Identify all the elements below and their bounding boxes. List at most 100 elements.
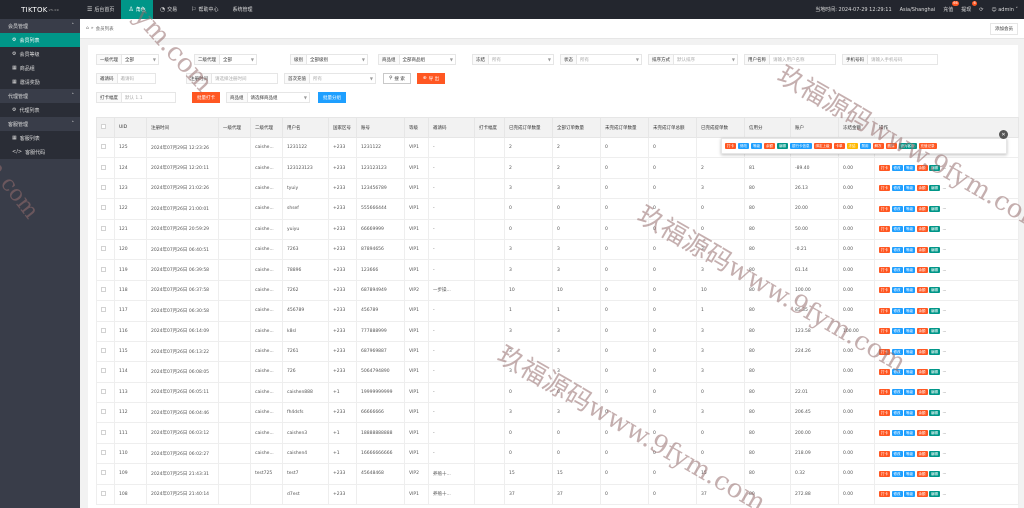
more-icon[interactable]: ··· bbox=[943, 288, 947, 293]
popover-action-button[interactable]: 编辑 bbox=[777, 143, 788, 149]
more-icon[interactable]: ··· bbox=[943, 451, 947, 456]
more-icon[interactable]: ··· bbox=[943, 206, 947, 211]
row-action-button[interactable]: 修改 bbox=[891, 185, 903, 192]
punch-range-input[interactable]: 打卡幅度 默认 1.1 bbox=[96, 92, 176, 103]
table-row[interactable]: 121 2024年07月26日 20:59:29 caishe... yuiyu +23… bbox=[96, 218, 1019, 240]
first-recharge-select[interactable]: 首次充值 所有 ▼ bbox=[284, 73, 376, 84]
export-button[interactable]: ⊕ 导 出 bbox=[417, 73, 445, 84]
row-action-button[interactable]: 修改 bbox=[891, 348, 903, 355]
popover-action-button[interactable]: 充值记录 bbox=[918, 143, 937, 149]
recharge-link[interactable]: 充值 66 bbox=[943, 1, 960, 13]
row-action-button[interactable]: 余额 bbox=[916, 430, 928, 437]
row-action-button[interactable]: 修改 bbox=[891, 491, 903, 498]
row-checkbox[interactable] bbox=[96, 361, 115, 383]
column-header[interactable]: 未完成订单数量 bbox=[600, 117, 649, 138]
more-icon[interactable]: ··· bbox=[943, 431, 947, 436]
row-action-button[interactable]: 打卡 bbox=[879, 165, 890, 172]
more-icon[interactable]: ··· bbox=[943, 227, 947, 232]
row-action-button[interactable]: 余额 bbox=[916, 368, 928, 375]
row-action-button[interactable]: 修改 bbox=[891, 165, 903, 172]
table-row[interactable]: 108 2024年07月25日 21:40:14 d7est +233 VIP1 养殖十.… bbox=[96, 483, 1019, 506]
row-action-button[interactable]: 修改 bbox=[891, 205, 903, 212]
row-checkbox[interactable] bbox=[96, 177, 115, 200]
table-row[interactable]: 124 2024年07月29日 12:20:11 caishe... 12312312… bbox=[96, 157, 1019, 179]
table-row[interactable]: 114 2024年07月26日 06:08:05 caishe... 726 +233 5… bbox=[96, 361, 1019, 383]
row-action-button[interactable]: 打卡 bbox=[879, 368, 890, 375]
row-action-button[interactable]: 等级 bbox=[904, 205, 915, 212]
table-row[interactable]: 119 2024年07月26日 06:39:58 caishe... 78896 +23… bbox=[96, 259, 1019, 281]
row-checkbox[interactable] bbox=[96, 402, 115, 424]
sidebar-item-2[interactable]: ⚙ 会员等级 bbox=[0, 47, 80, 61]
row-checkbox[interactable] bbox=[96, 198, 115, 220]
row-action-button[interactable]: 打卡 bbox=[879, 226, 890, 233]
row-action-button[interactable]: 编辑 bbox=[929, 267, 940, 274]
row-action-button[interactable]: 打卡 bbox=[879, 409, 890, 416]
close-icon[interactable]: ✕ bbox=[999, 130, 1008, 139]
sidebar-item-6[interactable]: ⚙ 代理列表 bbox=[0, 103, 80, 117]
column-header[interactable]: 一级代理 bbox=[218, 117, 251, 138]
phone-input[interactable]: 手机号码 请输入手机号码 bbox=[842, 54, 938, 65]
nav-item-1[interactable]: ♙ 角色 bbox=[121, 0, 153, 19]
group-select[interactable]: 商品组 全部商品组 ▼ bbox=[378, 54, 456, 65]
table-row[interactable]: 109 2024年07月25日 21:43:31 test725 test7 +233 4… bbox=[96, 463, 1019, 485]
row-action-button[interactable]: 打卡 bbox=[879, 307, 890, 314]
row-action-button[interactable]: 修改 bbox=[891, 450, 903, 457]
nav-item-4[interactable]: 系统管理 bbox=[225, 0, 259, 19]
row-checkbox[interactable] bbox=[96, 320, 115, 342]
invite-code-input[interactable]: 邀请码 邀请码 bbox=[96, 73, 156, 84]
row-action-button[interactable]: 修改 bbox=[891, 226, 903, 233]
batch-group-button[interactable]: 批量分组 bbox=[318, 92, 346, 103]
row-action-button[interactable]: 编辑 bbox=[929, 409, 940, 416]
row-action-button[interactable]: 等级 bbox=[904, 368, 915, 375]
row-action-button[interactable]: 余额 bbox=[916, 491, 928, 498]
row-action-button[interactable]: 余额 bbox=[916, 409, 928, 416]
batch-punch-button[interactable]: 批量打卡 bbox=[192, 92, 220, 103]
table-row[interactable]: 120 2024年07月26日 06:40:51 caishe... 7263 +233… bbox=[96, 238, 1019, 261]
column-header[interactable]: 操作 bbox=[874, 117, 1019, 138]
row-action-button[interactable]: 修改 bbox=[891, 409, 903, 416]
row-action-button[interactable]: 等级 bbox=[904, 450, 915, 457]
row-action-button[interactable]: 编辑 bbox=[929, 328, 940, 335]
column-header[interactable]: 已完成提单数 bbox=[696, 117, 745, 138]
group-assign-select[interactable]: 商品组 请选择商品组 ▼ bbox=[226, 92, 310, 103]
search-button[interactable]: ⚲ 搜 索 bbox=[383, 73, 411, 84]
row-action-button[interactable]: 编辑 bbox=[929, 450, 940, 457]
popover-action-button[interactable]: 打卡 bbox=[725, 143, 736, 149]
row-checkbox[interactable] bbox=[96, 340, 115, 363]
row-checkbox[interactable] bbox=[96, 157, 115, 179]
more-icon[interactable]: ··· bbox=[943, 186, 947, 191]
row-checkbox[interactable] bbox=[96, 381, 115, 404]
row-action-button[interactable]: 打卡 bbox=[879, 246, 890, 253]
popover-action-button[interactable]: 绑定上级 bbox=[813, 143, 832, 149]
more-icon[interactable]: ··· bbox=[943, 390, 947, 395]
table-row[interactable]: 122 2024年07月26日 21:00:01 caishe... shsef +23… bbox=[96, 198, 1019, 220]
row-checkbox[interactable] bbox=[96, 300, 115, 322]
row-action-button[interactable]: 等级 bbox=[904, 226, 915, 233]
row-action-button[interactable]: 余额 bbox=[916, 246, 928, 253]
refresh-icon[interactable]: ⟳ bbox=[979, 7, 983, 13]
row-action-button[interactable]: 余额 bbox=[916, 226, 928, 233]
row-action-button[interactable]: 编辑 bbox=[929, 246, 940, 253]
row-checkbox[interactable] bbox=[96, 442, 115, 465]
table-row[interactable]: 111 2024年07月26日 06:03:12 caishe... caishen3… bbox=[96, 422, 1019, 444]
more-icon[interactable]: ··· bbox=[943, 308, 947, 313]
sidebar-group-0[interactable]: 会员管理 ˄ bbox=[0, 19, 80, 33]
sidebar-group-5[interactable]: 代理管理 ˄ bbox=[0, 89, 80, 103]
more-icon[interactable]: ··· bbox=[943, 492, 947, 497]
column-header[interactable]: 等级 bbox=[404, 117, 429, 138]
row-action-button[interactable]: 余额 bbox=[916, 450, 928, 457]
row-action-button[interactable]: 编辑 bbox=[929, 389, 940, 396]
row-action-button[interactable]: 余额 bbox=[916, 185, 928, 192]
select-all-checkbox[interactable] bbox=[96, 117, 115, 138]
level-select[interactable]: 级别 全部级别 ▼ bbox=[290, 54, 368, 65]
more-icon[interactable]: ··· bbox=[943, 410, 947, 415]
row-action-button[interactable]: 等级 bbox=[904, 348, 915, 355]
row-action-button[interactable]: 余额 bbox=[916, 165, 928, 172]
row-action-button[interactable]: 等级 bbox=[904, 409, 915, 416]
row-action-button[interactable]: 修改 bbox=[891, 470, 903, 477]
sidebar-item-9[interactable]: </> 客服代码 bbox=[0, 145, 80, 159]
column-header[interactable]: 冻结金额 bbox=[838, 117, 875, 138]
sidebar-group-7[interactable]: 客服管理 ˄ bbox=[0, 117, 80, 131]
column-header[interactable]: 信用分 bbox=[744, 117, 791, 138]
row-action-button[interactable]: 修改 bbox=[891, 430, 903, 437]
